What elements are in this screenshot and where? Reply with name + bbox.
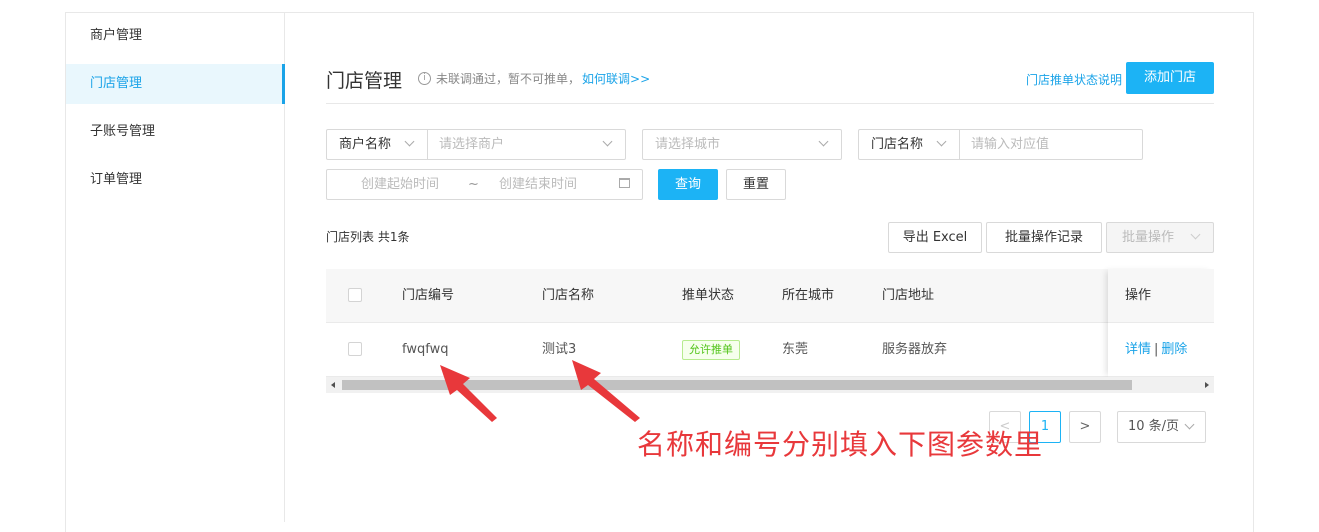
delete-link[interactable]: 删除 (1161, 342, 1187, 357)
actions-column: 操作 详情 | 删除 (1108, 269, 1214, 377)
horizontal-scrollbar[interactable] (326, 377, 1214, 393)
detail-link[interactable]: 详情 (1125, 342, 1151, 357)
store-list-title: 门店列表 共1条 (326, 230, 410, 244)
reset-button[interactable]: 重置 (726, 169, 786, 200)
page-size-select[interactable]: 10 条/页 (1117, 411, 1206, 443)
store-table: 门店编号 门店名称 推单状态 所在城市 门店地址 fwqfwq 测试3 允许推单… (326, 269, 1214, 393)
page-header: 门店管理 i 未联调通过，暂不可推单， 如何联调>> 门店推单状态说明 添加门店 (326, 60, 1214, 104)
city-select[interactable]: 请选择城市 (642, 129, 842, 160)
column-header-actions: 操作 (1108, 269, 1214, 323)
row-checkbox[interactable] (348, 342, 362, 356)
chevron-down-icon (818, 136, 829, 147)
push-status-help-link[interactable]: 门店推单状态说明 (1026, 71, 1122, 88)
sidebar-item-merchant[interactable]: 商户管理 (66, 16, 284, 56)
store-filter-type-select[interactable]: 门店名称 (859, 130, 960, 159)
store-name: 测试3 (542, 342, 577, 357)
store-address: 服务器放弃 (882, 342, 948, 357)
column-header-code: 门店编号 (402, 288, 455, 303)
how-to-integrate-link[interactable]: 如何联调>> (582, 70, 650, 87)
export-excel-button[interactable]: 导出 Excel (888, 222, 982, 253)
end-date-input[interactable]: 创建结束时间 (499, 170, 577, 199)
annotation-text: 名称和编号分别填入下图参数里 (637, 428, 1044, 461)
chevron-down-icon (1184, 419, 1195, 430)
merchant-filter: 商户名称 请选择商户 (326, 129, 626, 160)
sidebar-item-store[interactable]: 门店管理 (66, 64, 285, 104)
table-row: fwqfwq 测试3 允许推单 东莞 服务器放弃 (326, 323, 1214, 377)
column-header-status: 推单状态 (682, 288, 735, 303)
batch-log-button[interactable]: 批量操作记录 (986, 222, 1102, 253)
info-icon: i (418, 72, 431, 85)
column-header-name: 门店名称 (542, 288, 595, 303)
chevron-down-icon (1190, 229, 1201, 240)
query-button[interactable]: 查询 (658, 169, 718, 200)
select-all-checkbox[interactable] (348, 288, 362, 302)
next-page-button[interactable]: > (1069, 411, 1101, 443)
scroll-right-icon[interactable] (1205, 382, 1209, 388)
store-name-input[interactable]: 请输入对应值 (971, 130, 1049, 159)
row-actions: 详情 | 删除 (1108, 323, 1214, 377)
batch-operation-dropdown[interactable]: 批量操作 (1106, 222, 1214, 253)
action-separator: | (1154, 342, 1159, 357)
chevron-down-icon (404, 136, 415, 147)
page-size-label: 10 条/页 (1128, 419, 1180, 434)
start-date-input[interactable]: 创建起始时间 (361, 170, 439, 199)
tip-text: 未联调通过，暂不可推单， (436, 72, 581, 86)
date-range-picker[interactable]: 创建起始时间 ~ 创建结束时间 (326, 169, 643, 200)
store-filter: 门店名称 请输入对应值 (858, 129, 1143, 160)
status-badge: 允许推单 (682, 340, 740, 360)
column-header-city: 所在城市 (782, 288, 835, 303)
merchant-filter-type-select[interactable]: 商户名称 (327, 130, 428, 159)
push-status-cell: 允许推单 (682, 323, 740, 377)
chevron-down-icon (602, 136, 613, 147)
store-code: fwqfwq (402, 342, 449, 357)
merchant-select[interactable]: 请选择商户 (439, 130, 504, 159)
scrollbar-thumb[interactable] (342, 380, 1132, 390)
add-store-button[interactable]: 添加门店 (1126, 62, 1214, 94)
store-filter-type-label: 门店名称 (871, 137, 924, 152)
chevron-down-icon (936, 136, 947, 147)
column-header-address: 门店地址 (882, 288, 935, 303)
sidebar-item-subaccount[interactable]: 子账号管理 (66, 112, 284, 152)
merchant-filter-type-label: 商户名称 (339, 137, 392, 152)
calendar-icon (619, 178, 630, 188)
table-header: 门店编号 门店名称 推单状态 所在城市 门店地址 (326, 269, 1214, 323)
store-city: 东莞 (782, 342, 809, 357)
city-select-placeholder: 请选择城市 (655, 137, 721, 152)
sidebar-item-order[interactable]: 订单管理 (66, 160, 284, 200)
integration-tip: i 未联调通过，暂不可推单， 如何联调>> (418, 70, 650, 87)
batch-operation-label: 批量操作 (1122, 230, 1175, 245)
scroll-left-icon[interactable] (331, 382, 335, 388)
sidebar: 商户管理 门店管理 子账号管理 订单管理 (66, 13, 285, 522)
page-title: 门店管理 (326, 70, 403, 92)
range-separator: ~ (468, 177, 479, 192)
